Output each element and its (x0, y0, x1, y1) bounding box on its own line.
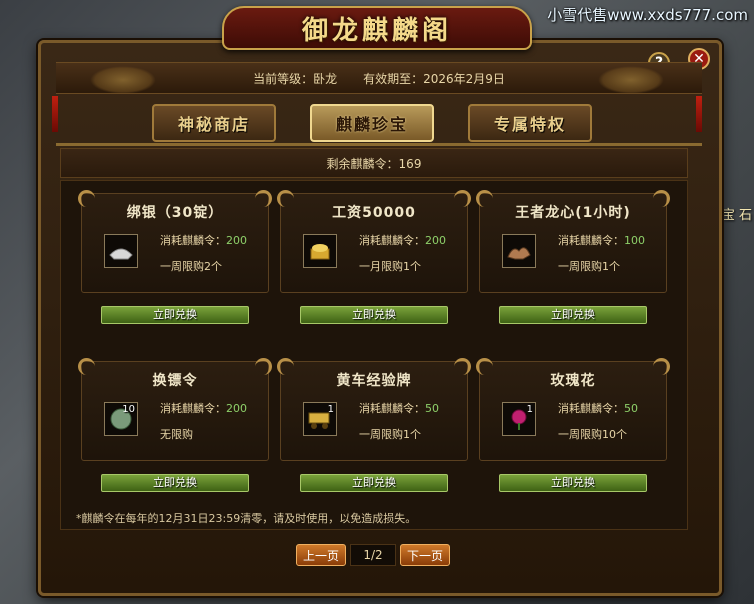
tab-mystery-shop[interactable]: 神秘商店 (152, 104, 276, 142)
redeem-button[interactable]: 立即兑换 (300, 474, 448, 492)
item-name: 工资50000 (332, 205, 416, 221)
item-limit: 一月限购1个 (359, 260, 421, 273)
item-name: 王者龙心(1小时) (515, 205, 631, 221)
pagination: 上一页 1/2 下一页 (296, 544, 450, 566)
item-cost: 消耗麒麟令：50 (359, 402, 439, 415)
gold-cart-icon[interactable]: 1 (303, 402, 337, 436)
item-limit: 一周限购2个 (160, 260, 222, 273)
background-side-text: 宝 石 (721, 208, 752, 223)
redeem-button[interactable]: 立即兑换 (499, 474, 647, 492)
item-name: 玫瑰花 (550, 373, 596, 389)
escort-token-icon[interactable]: 10 (104, 402, 138, 436)
tab-divider (56, 143, 702, 146)
silver-ingot-icon[interactable] (104, 234, 138, 268)
window-title-plate: 御龙麒麟阁 (222, 6, 532, 50)
item-cost: 消耗麒麟令：50 (558, 402, 638, 415)
item-limit: 无限购 (160, 428, 193, 441)
item-name: 黄车经验牌 (336, 373, 412, 389)
item-name: 换镖令 (152, 373, 198, 389)
redeem-button[interactable]: 立即兑换 (499, 306, 647, 324)
item-cost: 消耗麒麟令：200 (160, 402, 247, 415)
remaining-tokens-text: 剩余麒麟令：169 (326, 156, 422, 171)
current-level-text: 当前等级：卧龙 (253, 71, 338, 86)
item-card: 黄车经验牌 1 消耗麒麟令：50 一周限购1个 (277, 358, 471, 461)
item-card: 换镖令 10 消耗麒麟令：200 无限购 (78, 358, 272, 461)
item-limit: 一周限购1个 (558, 260, 620, 273)
window-title: 御龙麒麟阁 (301, 15, 452, 46)
left-tassel (52, 96, 58, 132)
rose-icon[interactable]: 1 (502, 402, 536, 436)
item-limit: 一周限购1个 (359, 428, 421, 441)
left-cloud-ornament (90, 66, 156, 94)
redeem-button[interactable]: 立即兑换 (300, 306, 448, 324)
dragon-heart-icon[interactable] (502, 234, 536, 268)
tab-qilin-treasure[interactable]: 麒麟珍宝 (310, 104, 434, 142)
item-limit: 一周限购10个 (558, 428, 627, 441)
redeem-button[interactable]: 立即兑换 (101, 306, 249, 324)
remaining-tokens-bar: 剩余麒麟令：169 (60, 148, 688, 178)
item-card: 绑银（30锭） 消耗麒麟令：200 一周限购2个 (78, 190, 272, 293)
gold-treasure-icon[interactable] (303, 234, 337, 268)
item-card: 玫瑰花 1 消耗麒麟令：50 一周限购10个 (476, 358, 670, 461)
item-cost: 消耗麒麟令：200 (359, 234, 446, 247)
watermark-text: 小雪代售www.xxds777.com (547, 6, 748, 24)
redeem-button[interactable]: 立即兑换 (101, 474, 249, 492)
item-name: 绑银（30锭） (126, 205, 224, 221)
tab-bar: 神秘商店 麒麟珍宝 专属特权 (152, 104, 592, 142)
right-tassel (696, 96, 702, 132)
page-indicator: 1/2 (350, 544, 396, 566)
token-reset-note: *麒麟令在每年的12月31日23:59清零，请及时使用，以免造成损失。 (76, 512, 417, 525)
item-card: 王者龙心(1小时) 消耗麒麟令：100 一周限购1个 (476, 190, 670, 293)
right-cloud-ornament (598, 66, 664, 94)
item-card: 工资50000 消耗麒麟令：200 一月限购1个 (277, 190, 471, 293)
prev-page-button[interactable]: 上一页 (296, 544, 346, 566)
item-grid: 绑银（30锭） 消耗麒麟令：200 一周限购2个 工资50000 消耗麒麟令：2… (60, 180, 688, 530)
item-cost: 消耗麒麟令：200 (160, 234, 247, 247)
expiry-text: 有效期至：2026年2月9日 (363, 71, 505, 86)
tab-exclusive-privilege[interactable]: 专属特权 (468, 104, 592, 142)
next-page-button[interactable]: 下一页 (400, 544, 450, 566)
item-cost: 消耗麒麟令：100 (558, 234, 645, 247)
